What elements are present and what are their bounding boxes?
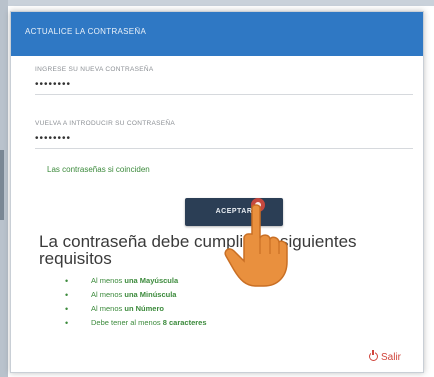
bullet-icon: • <box>65 304 69 314</box>
new-password-field[interactable]: •••••••• <box>35 79 71 90</box>
dialog-title: ACTUALICE LA CONTRASEÑA <box>25 27 147 36</box>
requirement-key: una Mayúscula <box>124 276 179 285</box>
password-match-message: Las contraseñas si coinciden <box>47 165 150 174</box>
requirement-item: • Al menos una Minúscula <box>65 288 207 302</box>
confirm-password-field[interactable]: •••••••• <box>35 133 71 144</box>
power-icon <box>369 350 378 361</box>
confirm-password-label: VUELVA A INTRODUCIR SU CONTRASEÑA <box>35 120 176 127</box>
requirement-key: una Minúscula <box>124 290 177 299</box>
page-backdrop-top <box>0 0 434 6</box>
requirements-heading: La contraseña debe cumplir los siguiente… <box>39 232 357 268</box>
requirement-prefix: Debe tener al menos <box>91 318 163 327</box>
requirement-prefix: Al menos <box>91 304 125 313</box>
requirement-key: un Número <box>124 304 164 313</box>
exit-label: Salir <box>381 352 402 363</box>
bullet-icon: • <box>65 318 69 328</box>
requirement-item: • Debe tener al menos 8 caracteres <box>65 316 207 330</box>
new-password-underline <box>35 94 413 95</box>
page-backdrop-edge <box>0 150 4 220</box>
hand-pointer-cursor-icon <box>224 198 288 287</box>
exit-button[interactable]: Salir <box>369 350 402 365</box>
requirement-item: • Al menos un Número <box>65 302 207 316</box>
bullet-icon: • <box>65 276 69 286</box>
new-password-label: INGRESE SU NUEVA CONTRASEÑA <box>35 66 154 73</box>
change-password-dialog: ACTUALICE LA CONTRASEÑA INGRESE SU NUEVA… <box>10 11 424 373</box>
requirements-list: • Al menos una Mayúscula • Al menos una … <box>65 274 207 330</box>
requirement-prefix: Al menos <box>91 290 125 299</box>
requirement-item: • Al menos una Mayúscula <box>65 274 207 288</box>
bullet-icon: • <box>65 290 69 300</box>
requirement-prefix: Al menos <box>91 276 125 285</box>
dialog-header: ACTUALICE LA CONTRASEÑA <box>11 12 423 56</box>
confirm-password-underline <box>35 148 413 149</box>
requirement-key: 8 caracteres <box>162 318 207 327</box>
